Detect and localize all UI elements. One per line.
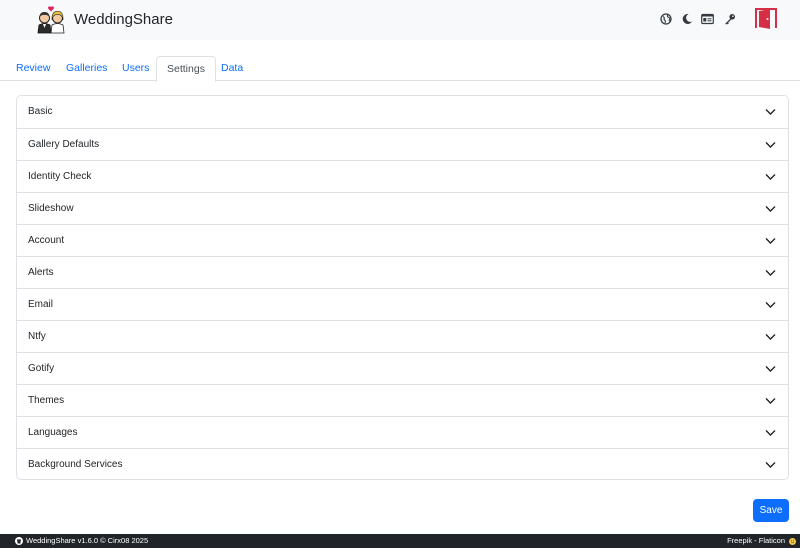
tab-review[interactable]: Review (6, 56, 60, 81)
chevron-down-icon (765, 302, 776, 308)
chevron-down-icon (765, 462, 776, 468)
accordion-item-label: Themes (28, 395, 65, 406)
moon-icon[interactable] (681, 13, 693, 25)
footer-copyright: WeddingShare v1.6.0 © Cirx08 2025 (26, 536, 149, 545)
accordion-item-themes[interactable]: Themes (17, 384, 788, 416)
app-header: WeddingShare (0, 0, 800, 40)
chevron-down-icon (765, 366, 776, 372)
accordion-item-label: Identity Check (28, 171, 92, 182)
footer-attribution-link[interactable]: Freepik - Flaticon (727, 534, 785, 548)
accordion-item-label: Gotify (28, 363, 55, 374)
chevron-down-icon (765, 142, 776, 148)
accordion-item-ntfy[interactable]: Ntfy (17, 320, 788, 352)
github-icon[interactable] (15, 537, 23, 545)
id-card-icon[interactable] (701, 13, 714, 25)
tab-users[interactable]: Users (112, 56, 159, 81)
accordion-item-label: Alerts (28, 267, 54, 278)
chevron-down-icon (765, 430, 776, 436)
accordion-item-alerts[interactable]: Alerts (17, 256, 788, 288)
nav-tabs: Review Galleries Users Settings Data (0, 56, 800, 82)
chevron-down-icon (765, 109, 776, 115)
chevron-down-icon (765, 270, 776, 276)
app-footer: WeddingShare v1.6.0 © Cirx08 2025 Freepi… (0, 534, 800, 548)
accordion-item-basic[interactable]: Basic (17, 96, 788, 128)
chevron-down-icon (765, 398, 776, 404)
accordion-item-account[interactable]: Account (17, 224, 788, 256)
accordion-item-label: Gallery Defaults (28, 139, 100, 150)
accordion-item-label: Slideshow (28, 203, 74, 214)
save-button[interactable]: Save (753, 499, 789, 522)
accordion-item-gotify[interactable]: Gotify (17, 352, 788, 384)
tab-data[interactable]: Data (211, 56, 253, 81)
smiley-icon (789, 537, 796, 545)
accordion-item-email[interactable]: Email (17, 288, 788, 320)
chevron-down-icon (765, 206, 776, 212)
footer-right: Freepik - Flaticon (727, 534, 796, 548)
accordion-item-label: Background Services (28, 459, 123, 470)
chevron-down-icon (765, 334, 776, 340)
settings-accordion: Basic Gallery Defaults Identity Check Sl… (16, 95, 789, 480)
tab-settings[interactable]: Settings (156, 56, 216, 82)
globe-icon[interactable] (660, 13, 672, 25)
chevron-down-icon (765, 174, 776, 180)
accordion-item-background-services[interactable]: Background Services (17, 448, 788, 479)
accordion-item-label: Ntfy (28, 331, 46, 342)
accordion-item-gallery-defaults[interactable]: Gallery Defaults (17, 128, 788, 160)
exit-door-icon[interactable] (754, 7, 778, 29)
chevron-down-icon (765, 238, 776, 244)
accordion-item-label: Languages (28, 427, 78, 438)
accordion-item-identity-check[interactable]: Identity Check (17, 160, 788, 192)
accordion-item-label: Account (28, 235, 65, 246)
tab-galleries[interactable]: Galleries (56, 56, 117, 81)
accordion-item-label: Basic (28, 106, 53, 117)
footer-left: WeddingShare v1.6.0 © Cirx08 2025 (15, 534, 148, 548)
accordion-item-label: Email (28, 299, 54, 310)
accordion-item-languages[interactable]: Languages (17, 416, 788, 448)
key-icon[interactable] (724, 13, 736, 25)
accordion-item-slideshow[interactable]: Slideshow (17, 192, 788, 224)
app-title: WeddingShare (74, 11, 173, 28)
couple-logo-icon[interactable] (36, 6, 66, 34)
